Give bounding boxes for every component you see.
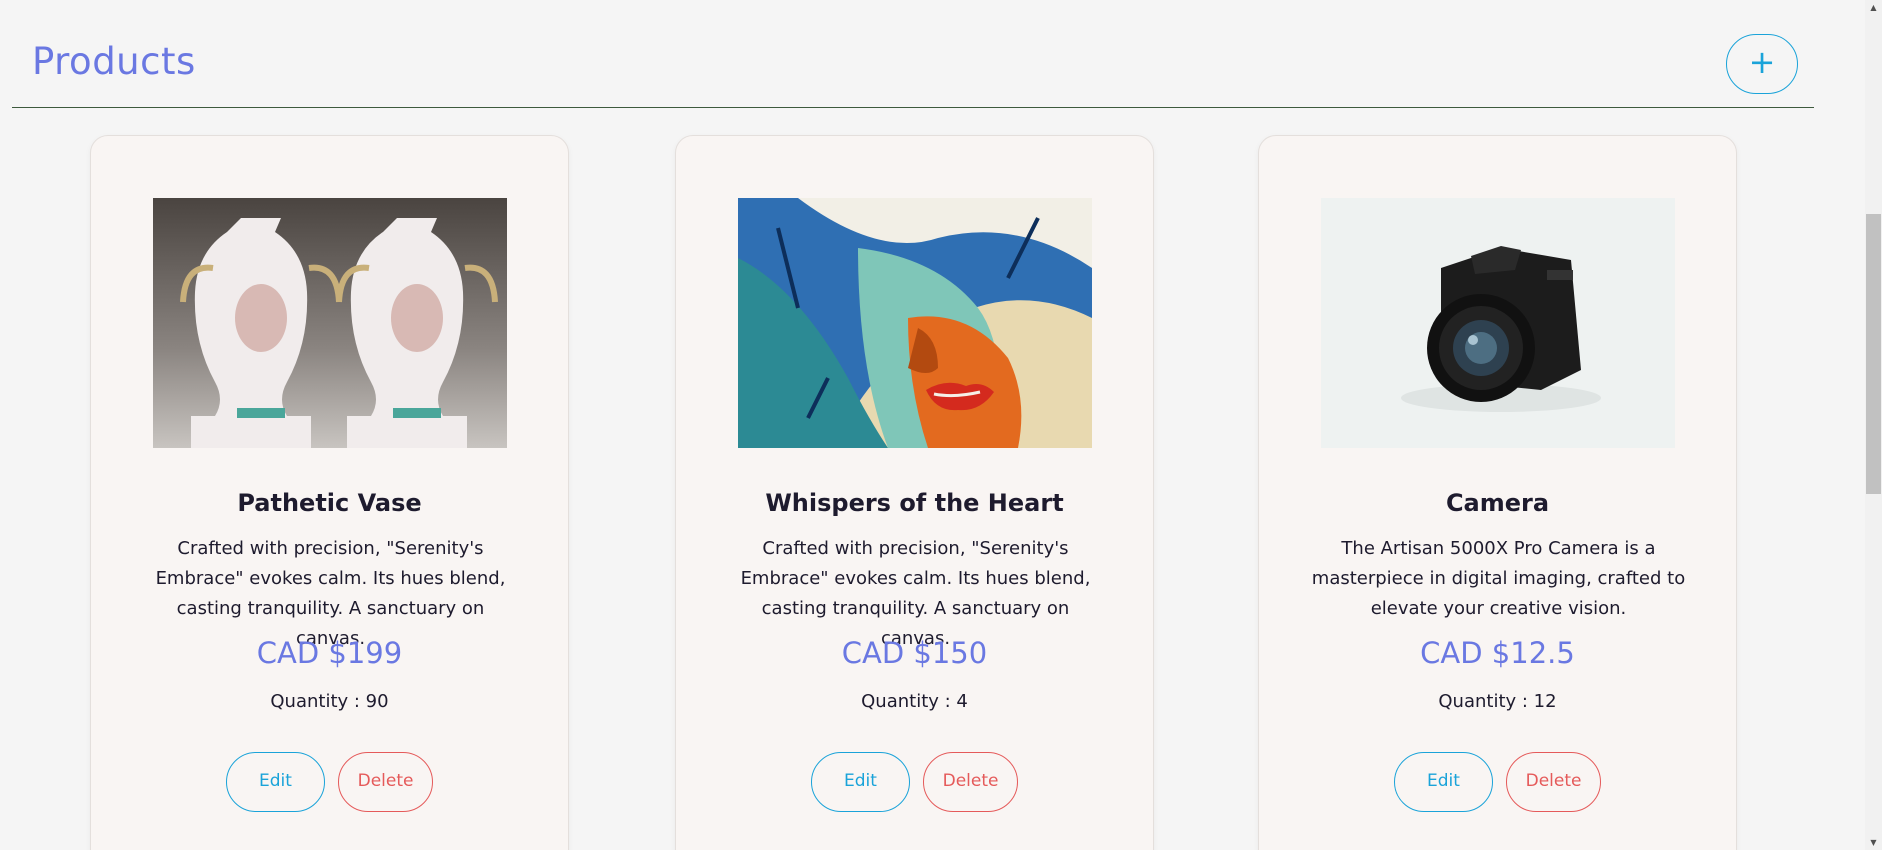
edit-button[interactable]: Edit — [225, 752, 325, 812]
scroll-down-arrow-icon[interactable]: ▼ — [1866, 835, 1881, 850]
product-card: Pathetic Vase Crafted with precision, "S… — [90, 135, 569, 850]
card-actions: Edit Delete — [91, 752, 568, 812]
product-image-camera — [1321, 198, 1675, 448]
product-price: CAD $150 — [841, 636, 988, 670]
scroll-up-arrow-icon[interactable]: ▲ — [1866, 0, 1881, 15]
add-product-button[interactable]: + — [1726, 34, 1798, 94]
product-quantity: Quantity : 4 — [861, 691, 968, 712]
delete-button[interactable]: Delete — [923, 752, 1019, 812]
delete-button[interactable]: Delete — [1506, 752, 1602, 812]
product-price: CAD $199 — [256, 636, 403, 670]
delete-button[interactable]: Delete — [338, 752, 434, 812]
page-header: Products + — [12, 0, 1814, 108]
product-name: Camera — [1445, 489, 1550, 517]
product-name: Pathetic Vase — [237, 489, 422, 517]
edit-button[interactable]: Edit — [810, 752, 910, 812]
edit-button[interactable]: Edit — [1393, 752, 1493, 812]
product-card: Camera The Artisan 5000X Pro Camera is a… — [1258, 135, 1737, 850]
product-quantity: Quantity : 12 — [1438, 691, 1557, 712]
card-actions: Edit Delete — [676, 752, 1153, 812]
product-image-painting — [738, 198, 1092, 448]
product-price: CAD $12.5 — [1420, 636, 1575, 670]
page-title: Products — [32, 40, 196, 83]
product-quantity: Quantity : 90 — [270, 691, 389, 712]
scrollbar-thumb[interactable] — [1866, 214, 1881, 494]
product-description: The Artisan 5000X Pro Camera is a master… — [1311, 538, 1686, 619]
product-card: Whispers of the Heart Crafted with preci… — [675, 135, 1154, 850]
product-image-vase — [153, 198, 507, 448]
card-actions: Edit Delete — [1259, 752, 1736, 812]
product-name: Whispers of the Heart — [765, 489, 1064, 517]
